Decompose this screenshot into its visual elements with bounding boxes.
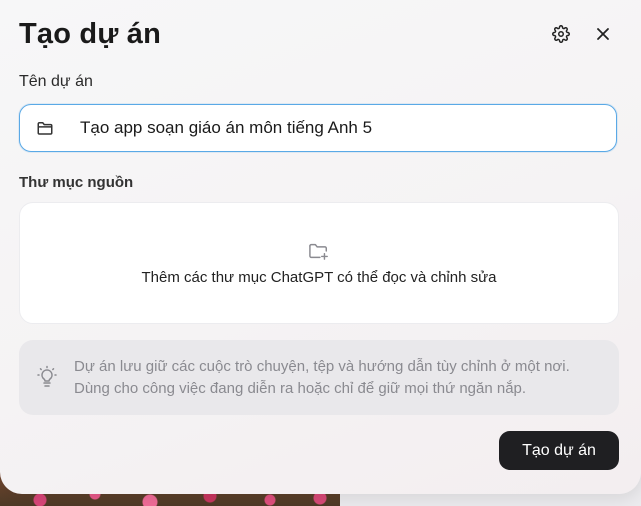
create-project-dialog: Tạo dự án Tên dự án Thư mục nguồn <box>0 0 641 494</box>
folder-plus-icon <box>308 241 330 266</box>
info-text-line-1: Dự án lưu giữ các cuộc trò chuyện, tệp v… <box>74 358 570 375</box>
info-text: Dự án lưu giữ các cuộc trò chuyện, tệp v… <box>74 356 604 400</box>
create-project-button[interactable]: Tạo dự án <box>499 431 619 470</box>
dialog-title: Tạo dự án <box>19 18 162 50</box>
close-button[interactable] <box>591 22 615 46</box>
gear-icon <box>552 25 570 43</box>
project-name-label: Tên dự án <box>19 73 93 90</box>
info-panel: Dự án lưu giữ các cuộc trò chuyện, tệp v… <box>19 340 619 415</box>
add-source-folder-area[interactable]: Thêm các thư mục ChatGPT có thể đọc và c… <box>19 202 619 324</box>
source-folders-label: Thư mục nguồn <box>19 174 134 191</box>
lightbulb-icon <box>35 365 59 394</box>
settings-button[interactable] <box>549 22 573 46</box>
project-name-field[interactable] <box>19 104 617 152</box>
project-name-input[interactable] <box>80 105 600 151</box>
source-folders-prompt: Thêm các thư mục ChatGPT có thể đọc và c… <box>141 269 497 286</box>
close-icon <box>597 28 609 40</box>
info-text-line-2: Dùng cho công việc đang diễn ra hoặc chỉ… <box>74 380 527 397</box>
folder-icon <box>36 119 54 142</box>
